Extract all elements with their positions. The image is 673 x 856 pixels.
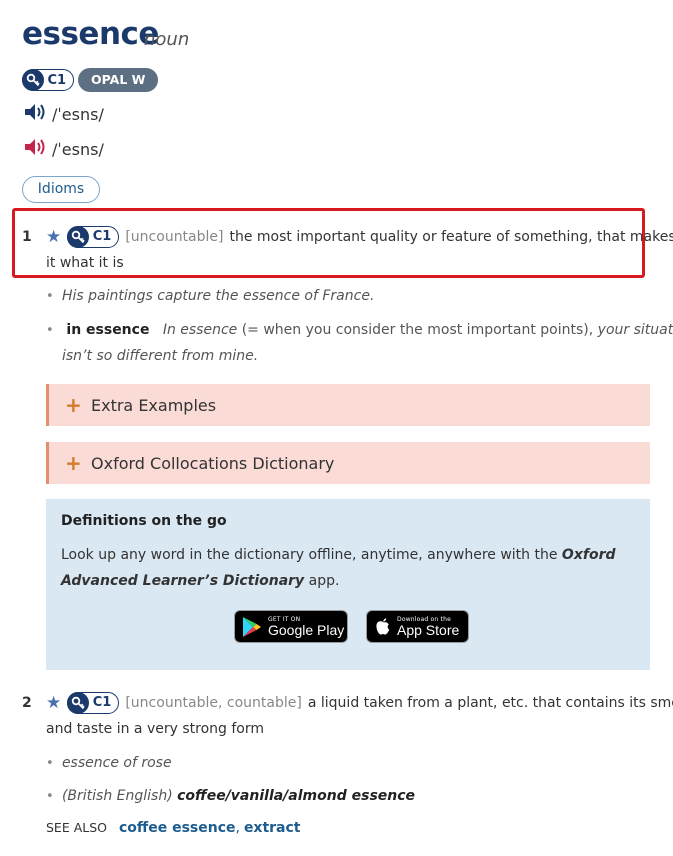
level-label: C1 bbox=[92, 229, 112, 244]
idiom-example: • in essence In essence (= when you cons… bbox=[46, 317, 673, 344]
pron-us: /ˈesns/ bbox=[24, 137, 104, 161]
idiom-phrase: in essence bbox=[66, 322, 150, 338]
plus-icon: + bbox=[65, 451, 82, 475]
sense-1-definition: ★ C1 [uncountable] the most important qu… bbox=[46, 224, 673, 250]
promo-text: Look up any word in the dictionary offli… bbox=[61, 547, 616, 589]
grammar-label: [uncountable, countable] bbox=[125, 695, 302, 711]
idioms-button[interactable]: Idioms bbox=[22, 176, 100, 203]
definition-continuation: and taste in a very strong form bbox=[46, 721, 264, 737]
speaker-red-icon[interactable] bbox=[24, 137, 48, 161]
oxford-key-icon bbox=[66, 226, 89, 248]
google-play-label: Google Play bbox=[268, 621, 345, 638]
see-also-separator: , bbox=[235, 820, 240, 836]
collocations-panel[interactable]: + Oxford Collocations Dictionary bbox=[46, 442, 650, 484]
see-also: SEE ALSO coffee essence, extract bbox=[46, 820, 301, 836]
example-sentence: • His paintings capture the essence of F… bbox=[46, 288, 375, 304]
pron-us-text: /ˈesns/ bbox=[52, 139, 104, 159]
see-also-label: SEE ALSO bbox=[46, 820, 107, 835]
definition-text: the most important quality or feature of… bbox=[229, 229, 673, 245]
pron-uk-text: /ˈesns/ bbox=[52, 104, 104, 124]
idiom-lead: In essence bbox=[162, 322, 238, 338]
sense-number: 2 bbox=[22, 695, 32, 711]
level-badge[interactable]: C1 bbox=[66, 226, 120, 248]
headword: essence bbox=[22, 16, 159, 52]
star-icon: ★ bbox=[46, 692, 62, 713]
see-also-link-coffee-essence[interactable]: coffee essence bbox=[119, 820, 236, 836]
region-label: (British English) bbox=[61, 788, 173, 804]
part-of-speech: noun bbox=[144, 29, 190, 50]
app-store-label: App Store bbox=[397, 621, 460, 638]
opal-badge[interactable]: OPAL W bbox=[78, 68, 159, 92]
app-promo-box: Definitions on the go Look up any word i… bbox=[46, 499, 650, 670]
definition-continuation: it what it is bbox=[46, 255, 124, 271]
idiom-continuation: your situation bbox=[597, 322, 673, 338]
panel-label: Oxford Collocations Dictionary bbox=[91, 453, 335, 473]
level-label: C1 bbox=[92, 695, 112, 710]
see-also-link-extract[interactable]: extract bbox=[244, 820, 301, 836]
bullet: • bbox=[46, 756, 62, 771]
level-badge[interactable]: C1 bbox=[66, 692, 120, 714]
pron-uk: /ˈesns/ bbox=[24, 102, 104, 126]
sense-number: 1 bbox=[22, 229, 32, 245]
google-play-icon bbox=[242, 616, 262, 638]
definition-text: a liquid taken from a plant, etc. that c… bbox=[307, 695, 673, 711]
oxford-key-icon bbox=[66, 692, 89, 714]
grammar-label: [uncountable] bbox=[125, 229, 224, 245]
app-store-button[interactable]: Download on the App Store bbox=[366, 610, 469, 643]
google-play-button[interactable]: GET IT ON Google Play bbox=[234, 610, 348, 643]
bullet: • bbox=[46, 789, 62, 804]
star-icon: ★ bbox=[46, 226, 62, 247]
bullet: • bbox=[46, 289, 62, 304]
bullet: • bbox=[46, 323, 62, 338]
level-badge[interactable]: C1 bbox=[21, 69, 75, 91]
panel-label: Extra Examples bbox=[91, 395, 217, 415]
example-sentence: • (British English) coffee/vanilla/almon… bbox=[46, 783, 415, 810]
speaker-blue-icon[interactable] bbox=[24, 102, 48, 126]
promo-title: Definitions on the go bbox=[61, 513, 227, 529]
level-label: C1 bbox=[47, 72, 67, 88]
oxford-key-icon bbox=[21, 69, 44, 91]
example-sentence: • essence of rose bbox=[46, 755, 172, 771]
idiom-gloss: (= when you consider the most important … bbox=[241, 322, 594, 338]
plus-icon: + bbox=[65, 393, 82, 417]
idiom-example-line2: isn’t so different from mine. bbox=[62, 348, 259, 364]
example-bold-text: coffee/vanilla/almond essence bbox=[177, 788, 416, 804]
extra-examples-panel[interactable]: + Extra Examples bbox=[46, 384, 650, 426]
sense-2-definition: ★ C1 [uncountable, countable] a liquid t… bbox=[46, 690, 673, 716]
apple-icon bbox=[375, 617, 391, 636]
